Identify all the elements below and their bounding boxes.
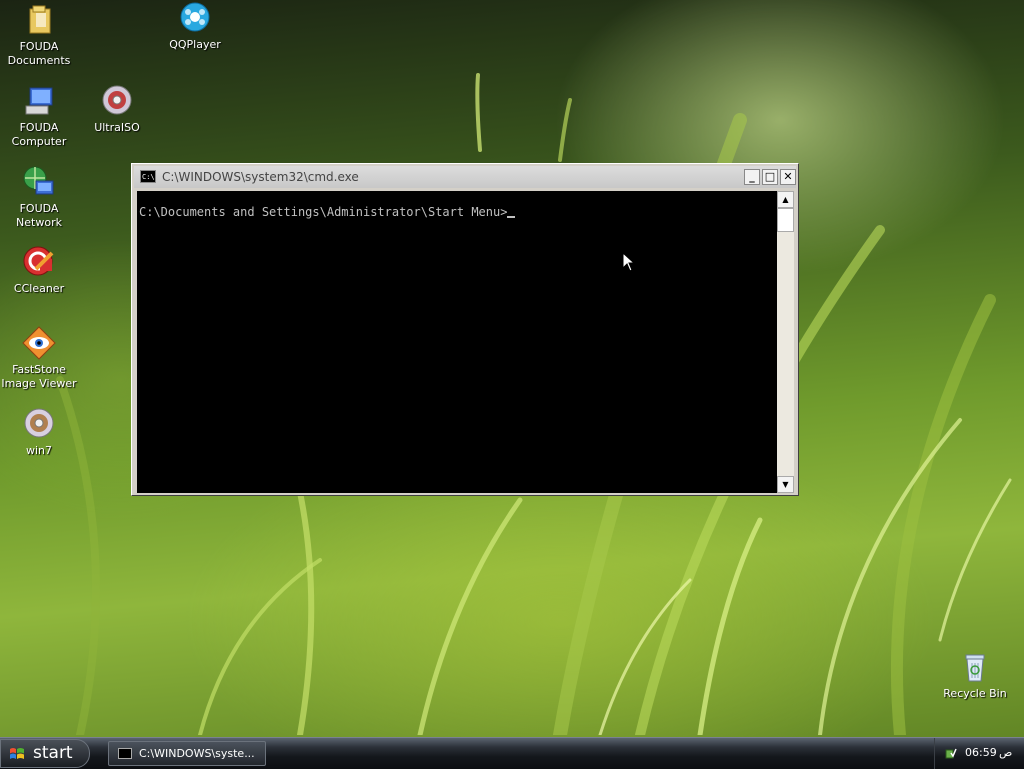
minimize-icon: _ — [749, 170, 755, 183]
console-output[interactable]: C:\Documents and Settings\Administrator\… — [137, 191, 777, 493]
recycle-bin-icon — [958, 650, 992, 684]
network-icon — [22, 165, 56, 199]
computer-icon — [22, 84, 56, 118]
minimize-button[interactable]: _ — [744, 169, 760, 185]
window-title: C:\WINDOWS\system32\cmd.exe — [162, 170, 359, 184]
close-icon: ✕ — [783, 170, 793, 183]
close-button[interactable]: ✕ — [780, 169, 796, 185]
start-button[interactable]: start — [0, 739, 90, 768]
system-tray: 06:59 ص — [934, 738, 1024, 769]
desktop-icon-network[interactable]: FOUDA Network — [0, 165, 78, 230]
prompt-text: C:\Documents and Settings\Administrator\… — [139, 205, 508, 219]
windows-logo-icon — [10, 748, 24, 759]
desktop-icon-label: UltraISO — [94, 121, 140, 134]
text-cursor — [507, 216, 516, 218]
scroll-thumb[interactable] — [777, 208, 794, 232]
taskbar-button-cmd[interactable]: C:\WINDOWS\syste... — [108, 741, 266, 766]
ccleaner-icon — [22, 245, 56, 279]
title-bar[interactable]: C:\ C:\WINDOWS\system32\cmd.exe _ □ ✕ — [134, 166, 796, 188]
maximize-icon: □ — [764, 170, 776, 183]
disc-icon — [22, 407, 56, 441]
vertical-scrollbar[interactable]: ▲ ▼ — [777, 191, 794, 493]
mouse-pointer-icon — [622, 252, 634, 272]
scroll-down-button[interactable]: ▼ — [777, 476, 794, 493]
desktop-icon-label: Recycle Bin — [943, 687, 1007, 700]
safely-remove-hardware-icon[interactable] — [945, 747, 957, 759]
desktop-icon-label: FOUDA Computer — [11, 121, 67, 148]
start-label: start — [33, 743, 73, 763]
cmd-icon — [118, 748, 132, 759]
desktop-icon-label: FastStone Image Viewer — [1, 363, 77, 390]
prompt-line: C:\Documents and Settings\Administrator\… — [139, 205, 516, 219]
desktop-icon-ccleaner[interactable]: CCleaner — [0, 245, 78, 296]
clock-period: ص — [999, 746, 1013, 759]
taskbar-button-label: C:\WINDOWS\syste... — [139, 747, 255, 760]
desktop-icon-win7[interactable]: win7 — [0, 407, 78, 458]
clock[interactable]: 06:59 — [965, 746, 997, 759]
ultraiso-icon — [100, 84, 134, 118]
faststone-icon — [22, 326, 56, 360]
desktop-icon-computer[interactable]: FOUDA Computer — [0, 84, 78, 149]
desktop-icon-documents[interactable]: FOUDA Documents — [0, 3, 78, 68]
desktop-icon-label: FOUDA Documents — [7, 40, 71, 67]
desktop-icon-label: win7 — [25, 444, 53, 457]
taskbar: start C:\WINDOWS\syste... 06:59 ص — [0, 737, 1024, 769]
desktop-icon-recycle-bin[interactable]: Recycle Bin — [936, 650, 1014, 701]
cmd-window[interactable]: C:\ C:\WINDOWS\system32\cmd.exe _ □ ✕ C:… — [131, 163, 799, 496]
desktop-icon-label: QQPlayer — [169, 38, 221, 51]
qqplayer-icon — [178, 1, 212, 35]
maximize-button[interactable]: □ — [762, 169, 778, 185]
scroll-up-button[interactable]: ▲ — [777, 191, 794, 208]
desktop-icon-faststone[interactable]: FastStone Image Viewer — [0, 326, 78, 391]
cmd-icon: C:\ — [140, 170, 156, 183]
desktop-icon-qqplayer[interactable]: QQPlayer — [156, 1, 234, 52]
desktop-icon-label: FOUDA Network — [16, 202, 62, 229]
folder-icon — [22, 3, 56, 37]
desktop-icon-label: CCleaner — [13, 282, 65, 295]
desktop-icon-ultraiso[interactable]: UltraISO — [78, 84, 156, 135]
